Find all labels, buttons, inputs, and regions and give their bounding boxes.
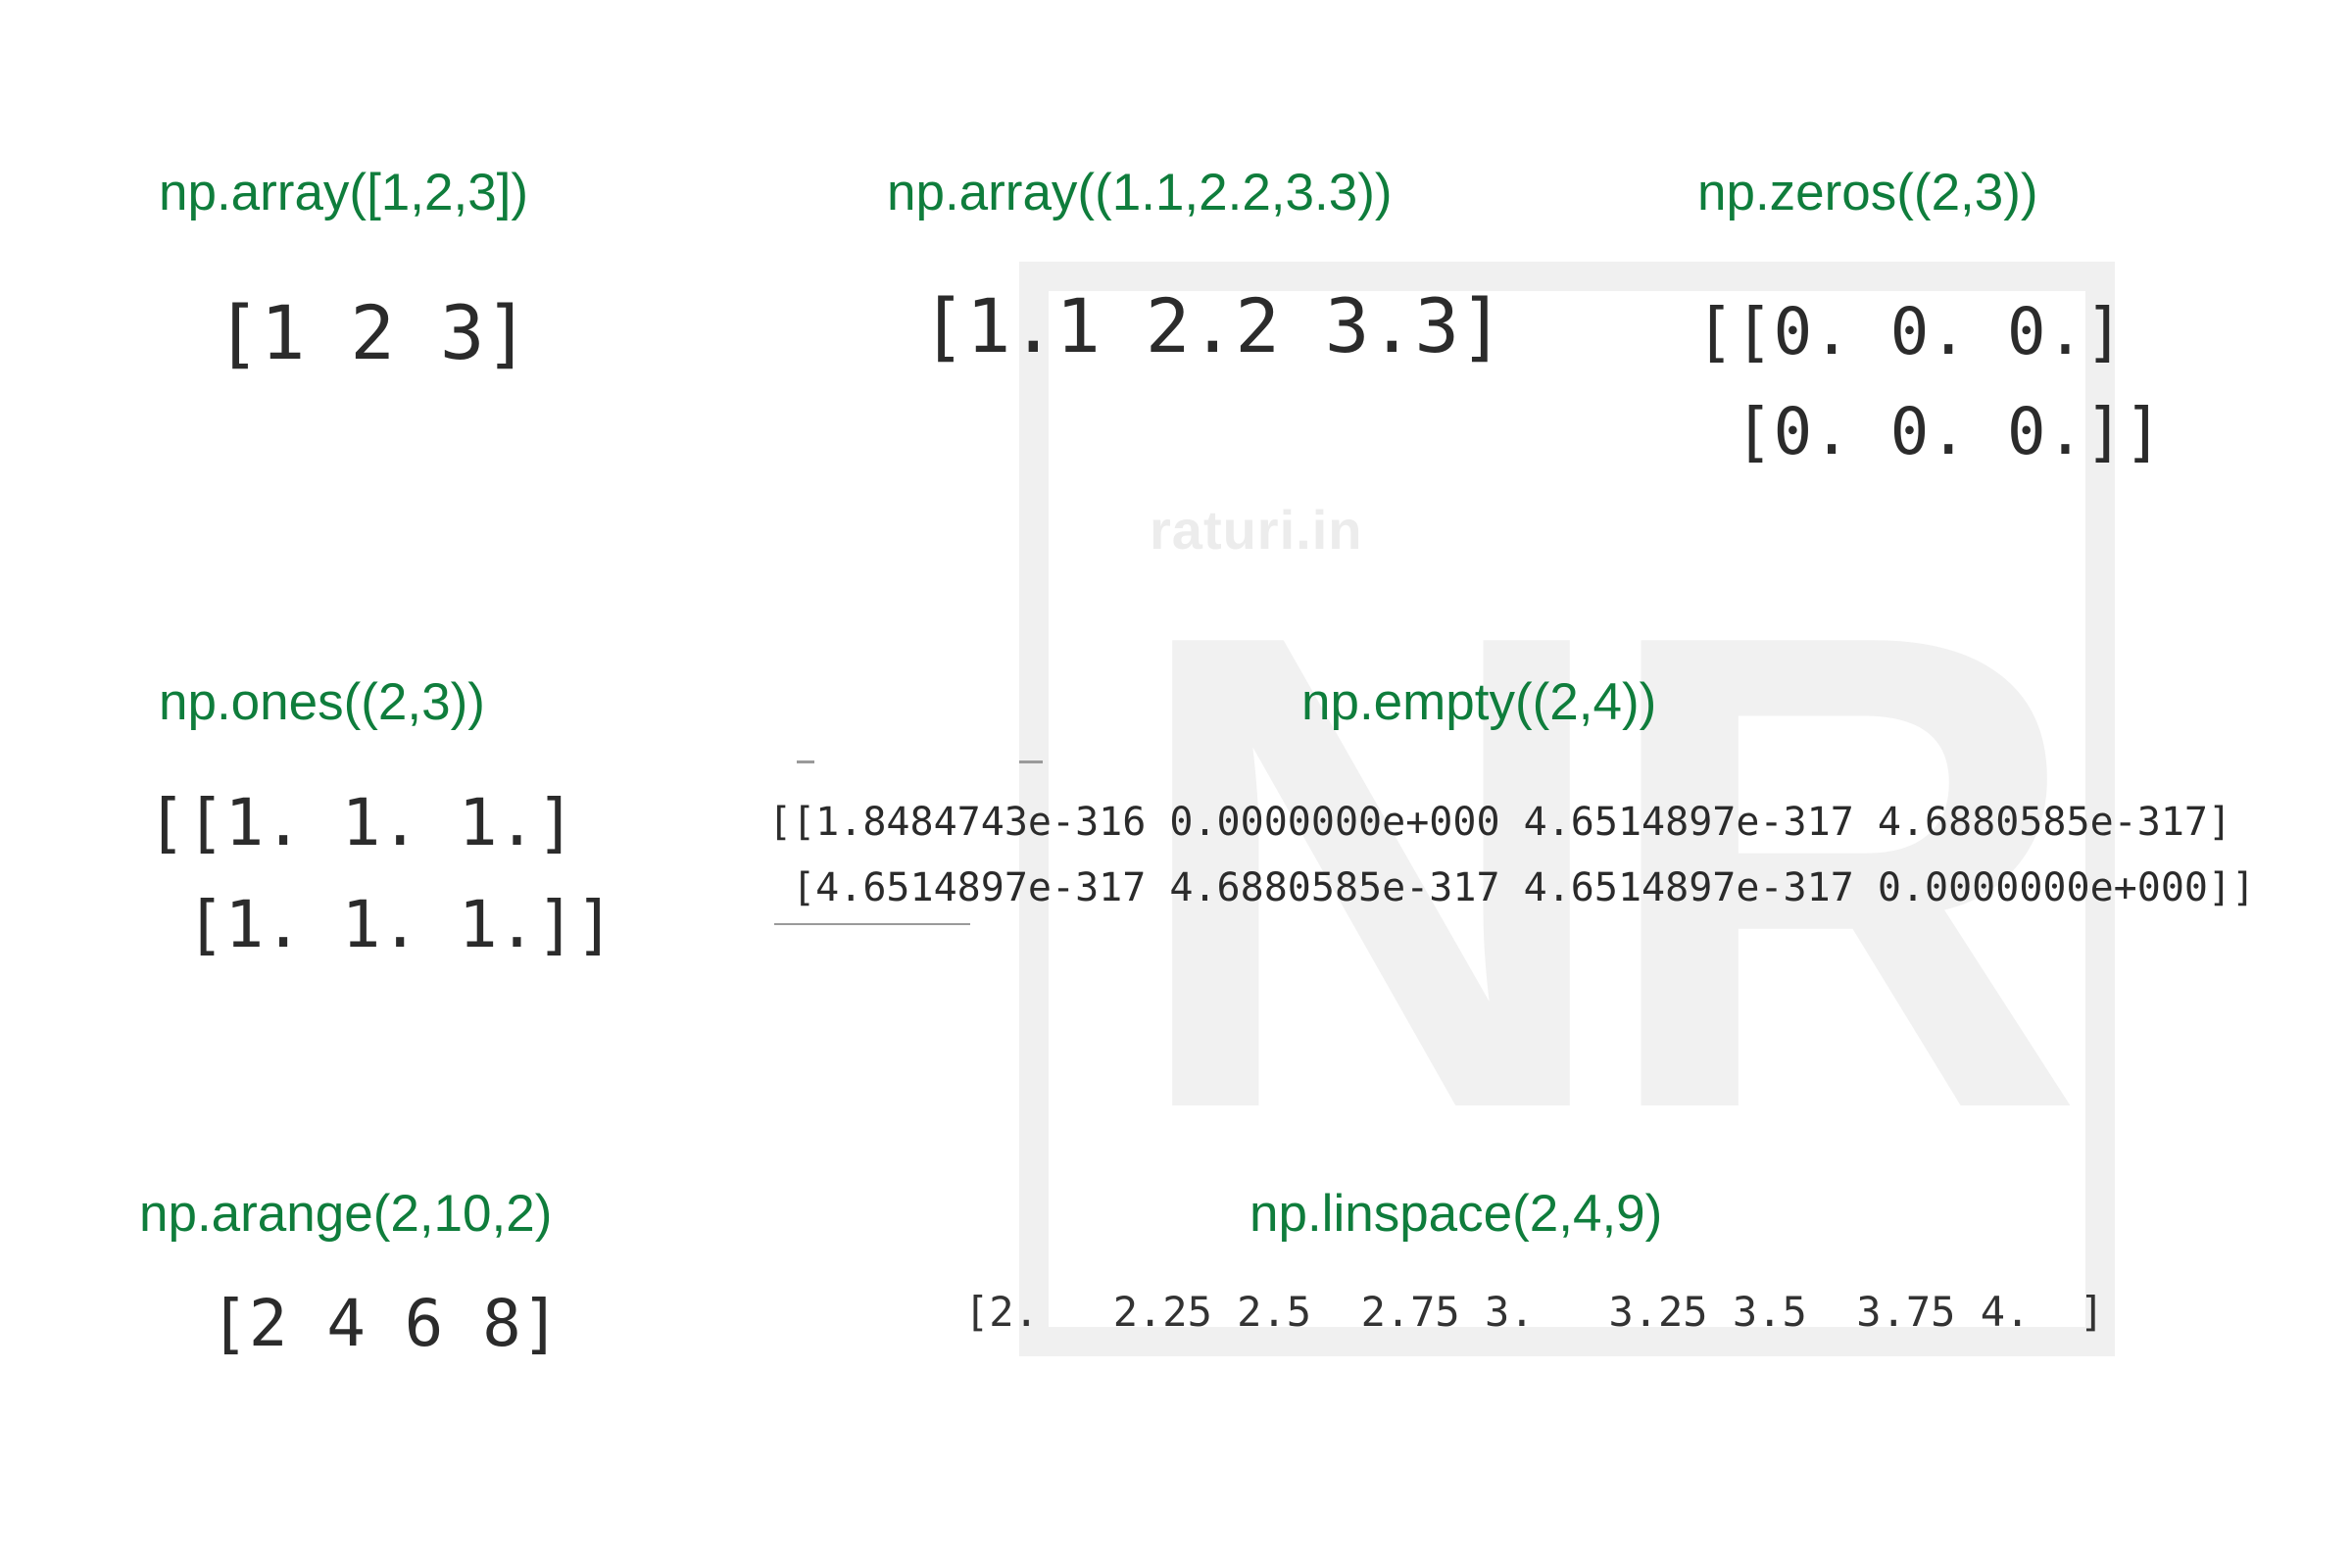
array-int-output: [1 2 3] xyxy=(216,289,530,376)
linspace-output: [2. 2.25 2.5 2.75 3. 3.25 3.5 3.75 4. ] xyxy=(964,1288,2105,1336)
cropped-line-top xyxy=(797,760,814,763)
empty-label: np.empty((2,4)) xyxy=(1301,673,1657,731)
empty-output: [[1.8484743e-316 0.0000000e+000 4.651489… xyxy=(768,800,2256,910)
zeros-output: [[0. 0. 0.] [0. 0. 0.]] xyxy=(1695,294,2163,469)
array-float-label: np.array((1.1,2.2,3.3)) xyxy=(887,164,1393,221)
ones-output: [[1. 1. 1.] [1. 1. 1.]] xyxy=(147,785,614,962)
arange-label: np.arange(2,10,2) xyxy=(139,1185,553,1243)
cropped-line-top xyxy=(1019,760,1043,763)
linspace-label: np.linspace(2,4,9) xyxy=(1250,1185,1663,1243)
arange-output: [2 4 6 8] xyxy=(210,1286,561,1361)
cropped-line-bottom xyxy=(774,923,970,925)
ones-label: np.ones((2,3)) xyxy=(159,673,485,731)
array-float-output: [1.1 2.2 3.3] xyxy=(921,282,1504,369)
zeros-label: np.zeros((2,3)) xyxy=(1697,164,2038,221)
array-int-label: np.array([1,2,3]) xyxy=(159,164,529,221)
